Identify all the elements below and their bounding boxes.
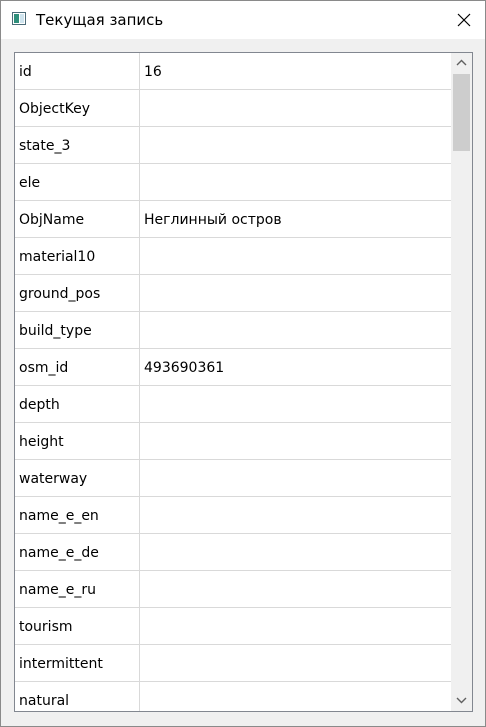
table-row[interactable]: state_3	[15, 127, 451, 164]
table-row[interactable]: tourism	[15, 608, 451, 645]
table-row[interactable]: natural	[15, 682, 451, 711]
scroll-thumb[interactable]	[453, 74, 470, 151]
table-row[interactable]: name_e_en	[15, 497, 451, 534]
field-value-cell[interactable]: 493690361	[140, 349, 451, 385]
field-name-cell[interactable]: depth	[15, 386, 140, 422]
field-value-cell[interactable]	[140, 386, 451, 422]
table-row[interactable]: id 16	[15, 53, 451, 90]
field-name-cell[interactable]: natural	[15, 682, 140, 711]
scroll-down-button[interactable]	[451, 691, 472, 711]
field-value-cell[interactable]	[140, 312, 451, 348]
table-row[interactable]: intermittent	[15, 645, 451, 682]
chevron-up-icon	[456, 59, 467, 66]
table-row[interactable]: material10	[15, 238, 451, 275]
field-name-cell[interactable]: intermittent	[15, 645, 140, 681]
table-row[interactable]: name_e_ru	[15, 571, 451, 608]
window-title: Текущая запись	[36, 11, 164, 29]
field-name-cell[interactable]: ObjectKey	[15, 90, 140, 126]
field-value-cell[interactable]	[140, 534, 451, 570]
field-value-cell[interactable]	[140, 238, 451, 274]
field-value-cell[interactable]	[140, 164, 451, 200]
table-row[interactable]: build_type	[15, 312, 451, 349]
title-bar[interactable]: Текущая запись	[1, 1, 485, 39]
scroll-up-button[interactable]	[451, 53, 472, 73]
close-button[interactable]	[441, 1, 485, 39]
field-value-cell[interactable]	[140, 460, 451, 496]
table-row[interactable]: name_e_de	[15, 534, 451, 571]
field-name-cell[interactable]: name_e_en	[15, 497, 140, 533]
field-value-cell[interactable]	[140, 608, 451, 644]
field-value-cell[interactable]: 16	[140, 53, 451, 89]
field-name-cell[interactable]: state_3	[15, 127, 140, 163]
table-row[interactable]: depth	[15, 386, 451, 423]
field-name-cell[interactable]: osm_id	[15, 349, 140, 385]
field-value-cell[interactable]	[140, 90, 451, 126]
record-rows: id 16 ObjectKey state_3 ele ObjName Неглинный …	[15, 53, 451, 711]
field-name-cell[interactable]: waterway	[15, 460, 140, 496]
vertical-scrollbar[interactable]	[451, 53, 472, 711]
chevron-down-icon	[456, 697, 467, 704]
table-row[interactable]: ground_pos	[15, 275, 451, 312]
field-value-cell[interactable]	[140, 127, 451, 163]
field-name-cell[interactable]: name_e_ru	[15, 571, 140, 607]
table-row[interactable]: waterway	[15, 460, 451, 497]
field-value-cell[interactable]	[140, 571, 451, 607]
table-window-icon	[12, 12, 26, 25]
close-icon	[457, 13, 471, 27]
field-value-cell[interactable]	[140, 423, 451, 459]
field-name-cell[interactable]: id	[15, 53, 140, 89]
table-row[interactable]: ObjName Неглинный остров	[15, 201, 451, 238]
table-row[interactable]: height	[15, 423, 451, 460]
field-value-cell[interactable]	[140, 275, 451, 311]
field-name-cell[interactable]: ObjName	[15, 201, 140, 237]
field-name-cell[interactable]: name_e_de	[15, 534, 140, 570]
field-name-cell[interactable]: height	[15, 423, 140, 459]
table-row[interactable]: osm_id 493690361	[15, 349, 451, 386]
field-name-cell[interactable]: build_type	[15, 312, 140, 348]
field-value-cell[interactable]: Неглинный остров	[140, 201, 451, 237]
record-table: id 16 ObjectKey state_3 ele ObjName Неглинный …	[14, 52, 473, 712]
field-value-cell[interactable]	[140, 497, 451, 533]
field-name-cell[interactable]: tourism	[15, 608, 140, 644]
field-value-cell[interactable]	[140, 645, 451, 681]
field-value-cell[interactable]	[140, 682, 451, 711]
table-row[interactable]: ele	[15, 164, 451, 201]
table-row[interactable]: ObjectKey	[15, 90, 451, 127]
field-name-cell[interactable]: ele	[15, 164, 140, 200]
record-window: Текущая запись id 16 ObjectKey state_3 ele Ob…	[0, 0, 486, 727]
field-name-cell[interactable]: ground_pos	[15, 275, 140, 311]
field-name-cell[interactable]: material10	[15, 238, 140, 274]
